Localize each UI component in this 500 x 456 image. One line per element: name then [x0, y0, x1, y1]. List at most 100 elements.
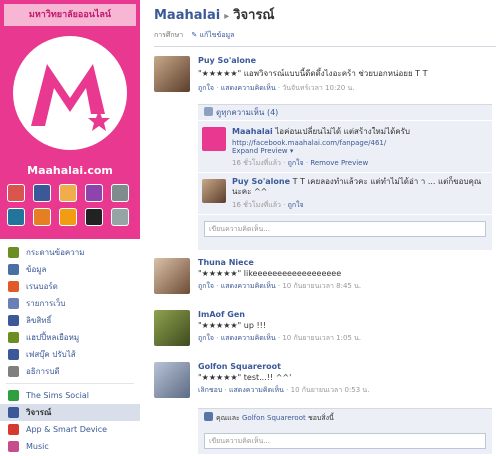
sidebar-item-label: กระดานข้อความ — [26, 248, 85, 257]
star-icon — [8, 315, 19, 326]
sidebar-item[interactable]: ลิขสิทธิ์ — [0, 312, 140, 329]
avatar[interactable] — [154, 56, 190, 92]
book-app-icon[interactable] — [111, 208, 129, 226]
sidebar-item[interactable]: กระดานข้อความ — [0, 244, 140, 261]
comment-text: ไอค่อนเปลี่ยนไม่ได้ แต่สร้างใหม่ได้ครับ — [275, 127, 410, 136]
post-author[interactable]: ImAof Gen — [198, 310, 494, 319]
liked-by-name[interactable]: Golfon Squareroot — [242, 414, 306, 422]
sidebar-item[interactable]: วิจารณ์ — [0, 404, 140, 421]
sidebar-item-label: อธิการบดี — [26, 367, 60, 376]
avatar[interactable] — [154, 258, 190, 294]
comment-meta: 16 ชั่วโมงที่แล้ว · ถูกใจ — [232, 201, 304, 209]
page-name-link[interactable]: Maahalai — [154, 8, 220, 23]
game-app-icon[interactable] — [59, 184, 77, 202]
avatar[interactable] — [202, 127, 226, 151]
view-all-comments-label: ดูทุกความเห็น (4) — [216, 108, 279, 117]
comment-input[interactable]: เขียนความคิดเห็น... — [204, 433, 486, 449]
comment-thread: คุณและ Golfon Squareroot ชอบสิ่งนี้ เขีย… — [198, 408, 492, 454]
like-link[interactable]: ถูกใจ — [198, 334, 214, 342]
site-name: Maahalai.com — [27, 164, 113, 177]
comment-link-url[interactable]: http://facebook.maahalai.com/fanpage/461… — [232, 139, 488, 147]
post-meta: ถูกใจ · แสดงความคิดเห็น · 10 กันยายนเวลา… — [198, 334, 362, 342]
cake-app-icon[interactable] — [59, 208, 77, 226]
comment-link[interactable]: แสดงความคิดเห็น — [221, 282, 276, 290]
wall-icon — [8, 247, 19, 258]
comment-time: 16 ชั่วโมงที่แล้ว — [232, 201, 281, 209]
avatar[interactable] — [202, 179, 226, 203]
view-all-comments[interactable]: ดูทุกความเห็น (4) — [198, 105, 492, 121]
thumbs-up-icon — [204, 412, 213, 421]
breadcrumb-arrow-icon: ▸ — [224, 11, 230, 22]
comment-author[interactable]: Puy So'alone — [232, 177, 290, 186]
comment-thread: ดูทุกความเห็น (4) Maahalai ไอค่อนเปลี่ยน… — [198, 104, 492, 250]
sidebar-item[interactable]: แฮปปี้หลเยือหมู — [0, 329, 140, 346]
page-tab-title: วิจารณ์ — [233, 8, 275, 23]
comment-bubble-icon — [204, 107, 213, 116]
like-link[interactable]: ถูกใจ — [198, 282, 214, 290]
post-time: 10 กันยายนเวลา 8:45 น. — [282, 282, 362, 290]
sidebar-item-label: Music — [26, 442, 49, 451]
like-link[interactable]: ถูกใจ — [288, 159, 304, 167]
post-author[interactable]: Thuna Niece — [198, 258, 494, 267]
sidebar-item-label: เฟสบุ๊ค ปรับไส้ — [26, 350, 76, 359]
sidebar-item[interactable]: เรนบอร์ด — [0, 278, 140, 295]
pumpkin-app-icon[interactable] — [33, 208, 51, 226]
header-divider — [154, 46, 496, 47]
sidebar-item[interactable]: App & Smart Device — [0, 421, 140, 438]
comment-link[interactable]: แสดงความคิดเห็น — [221, 334, 276, 342]
sidebar-item[interactable]: รายการเว็บ — [0, 295, 140, 312]
comment-time: 16 ชั่วโมงที่แล้ว — [232, 159, 281, 167]
music-app-icon[interactable] — [85, 184, 103, 202]
comment-input[interactable]: เขียนความคิดเห็น... — [204, 221, 486, 237]
sims-icon — [8, 390, 19, 401]
comment-link[interactable]: แสดงความคิดเห็น — [229, 386, 284, 394]
comment-item: Maahalai ไอค่อนเปลี่ยนไม่ได้ แต่สร้างใหม… — [198, 121, 492, 173]
comment-author[interactable]: Maahalai — [232, 127, 273, 136]
left-sidebar: มหาวิทยาลัยออนไลน์ Maahalai.com กระดานข้… — [0, 0, 140, 456]
post-author[interactable]: Puy So'alone — [198, 56, 494, 65]
review-icon — [8, 407, 19, 418]
sidebar-item-label: รายการเว็บ — [26, 299, 66, 308]
sidebar-item[interactable]: Music — [0, 438, 140, 455]
post-time: วันจันทร์เวลา 10:20 น. — [282, 84, 355, 92]
sidebar-item[interactable]: เฟสบุ๊ค ปรับไส้ — [0, 346, 140, 363]
sidebar-item[interactable]: อธิการบดี — [0, 363, 140, 380]
post-text: "★★★★★" แอพวิจารณ์แบบนี้ดีดดึ้งไงอะคร้า … — [198, 69, 428, 78]
edit-info-link[interactable]: ✎ แก้ไขข้อมูล — [191, 31, 234, 39]
wordpress-app-icon[interactable] — [7, 208, 25, 226]
chrome-app-icon[interactable] — [7, 184, 25, 202]
like-link[interactable]: ถูกใจ — [198, 84, 214, 92]
sidebar-item-label: App & Smart Device — [26, 425, 108, 434]
sidebar-item-label: เรนบอร์ด — [26, 282, 58, 291]
promo-title: มหาวิทยาลัยออนไลน์ — [4, 4, 136, 26]
sidebar-item-label: The Sims Social — [26, 391, 89, 400]
post-meta: ถูกใจ · แสดงความคิดเห็น · วันจันทร์เวลา … — [198, 84, 355, 92]
expand-preview-label: Expand Preview — [232, 147, 288, 155]
expand-preview-link[interactable]: Expand Preview ▾ — [232, 147, 488, 155]
sidebar-item[interactable]: The Sims Social — [0, 387, 140, 404]
post-text: "★★★★★" test...!! ^^' — [198, 373, 292, 382]
comment-meta: 16 ชั่วโมงที่แล้ว · ถูกใจ · Remove Previ… — [232, 159, 369, 167]
sidebar-item[interactable]: ข้อมูล — [0, 261, 140, 278]
promo-banner[interactable]: มหาวิทยาลัยออนไลน์ Maahalai.com — [0, 0, 140, 239]
phone-app-icon[interactable] — [111, 184, 129, 202]
comment-link[interactable]: แสดงความคิดเห็น — [221, 84, 276, 92]
post-author[interactable]: Golfon Squareroot — [198, 362, 494, 371]
edit-info-label: แก้ไขข้อมูล — [199, 31, 235, 39]
km-app-icon[interactable] — [85, 208, 103, 226]
sidebar-item-label: ลิขสิทธิ์ — [26, 316, 52, 325]
person-icon — [8, 366, 19, 377]
liked-by-row: คุณและ Golfon Squareroot ชอบสิ่งนี้ — [198, 409, 492, 427]
like-link[interactable]: ถูกใจ — [288, 201, 304, 209]
liked-by-prefix: คุณและ — [216, 414, 240, 422]
avatar[interactable] — [154, 362, 190, 398]
unlike-link[interactable]: เลิกชอบ — [198, 386, 222, 394]
facebook-app-icon[interactable] — [33, 184, 51, 202]
sidebar-item-label: ข้อมูล — [26, 265, 47, 274]
logo-m-icon — [31, 64, 110, 131]
post-meta: เลิกชอบ · แสดงความคิดเห็น · 10 กันยายนเว… — [198, 386, 370, 394]
avatar[interactable] — [154, 310, 190, 346]
post-text: "★★★★★" likeeeeeeeeeeeeeeeeee — [198, 269, 342, 278]
remove-preview-link[interactable]: Remove Preview — [310, 159, 368, 167]
info-icon — [8, 264, 19, 275]
